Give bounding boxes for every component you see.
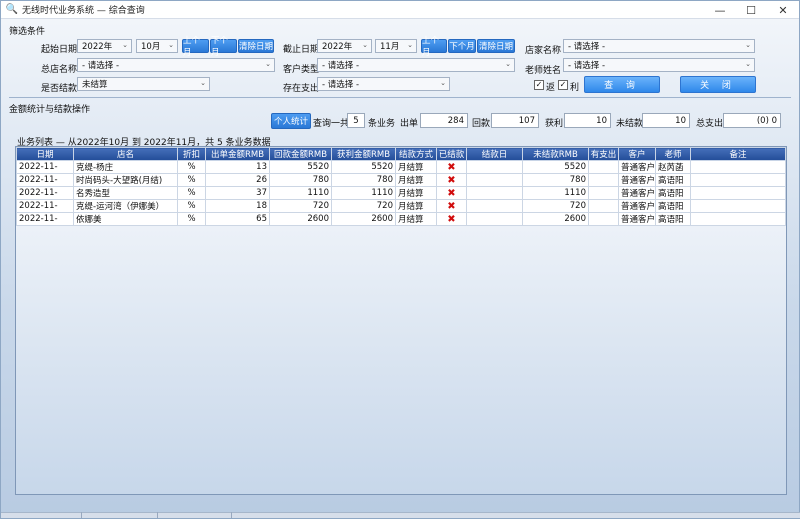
filters-section-title: 筛选条件 <box>9 27 46 37</box>
stats-section-title: 金额统计与结款操作 <box>9 105 91 115</box>
rebate-checkbox[interactable]: ✓ <box>534 80 544 90</box>
shop-name-label: 店家名称 <box>525 46 562 56</box>
settled-select[interactable]: 未结算 ⌄ <box>77 77 210 91</box>
start-date-label: 起始日期 <box>41 45 78 55</box>
shop-name-select[interactable]: - 请选择 - ⌄ <box>563 39 755 53</box>
end-prev-month-button[interactable]: 上个月 <box>421 36 447 58</box>
start-clear-date-button[interactable]: 清除日期 <box>238 39 274 53</box>
main-window: 🔍 无线时代业务系统 — 综合查询 — ☐ ✕ 筛选条件 起始日期 2022年 ⌄… <box>0 0 800 519</box>
end-clear-date-button[interactable]: 清除日期 <box>477 39 515 53</box>
expense-field[interactable]: (0) 0 <box>723 113 781 128</box>
header-shop[interactable]: 店名 <box>73 147 178 161</box>
personal-stats-button[interactable]: 个人统计 <box>271 113 311 129</box>
profit-stat-label: 获利 <box>545 119 564 129</box>
window-title: 无线时代业务系统 — 综合查询 <box>22 6 145 16</box>
unsettled-x-icon: ✖ <box>447 161 456 173</box>
deposit-select[interactable]: - 请选择 - ⌄ <box>317 77 450 91</box>
unsettled-label: 未结款 <box>616 119 644 129</box>
header-out-amount[interactable]: 出单金额RMB <box>205 147 270 161</box>
minimize-button[interactable]: — <box>705 1 735 19</box>
profit-label: 利 <box>570 83 580 93</box>
table-row[interactable]: 2022-11- 克缇-运河湾（伊娜美）% 18 720 720 月结算 ✖ 720 普通客户高… <box>16 199 786 213</box>
head-shop-label: 总店名称 <box>41 65 78 75</box>
deposit-label: 存在支出 <box>283 84 320 94</box>
start-prev-month-button[interactable]: 上个月 <box>182 36 209 58</box>
query-count-prefix: 查询一共 <box>313 119 350 129</box>
header-note[interactable]: 备注 <box>690 147 786 161</box>
header-return-amount[interactable]: 回款金额RMB <box>269 147 332 161</box>
filter-divider <box>9 97 791 98</box>
unsettled-field[interactable]: 10 <box>642 113 690 128</box>
close-window-button[interactable]: ✕ <box>768 1 798 19</box>
expense-label: 总支出 <box>696 119 724 129</box>
start-year-select[interactable]: 2022年 ⌄ <box>77 39 132 53</box>
header-settled[interactable]: 已结款 <box>436 147 467 161</box>
table-header-row: 日期 店名 折扣 出单金额RMB 回款金额RMB 获利金额RMB 结款方式 已结… <box>16 147 786 161</box>
unsettled-x-icon: ✖ <box>447 213 456 225</box>
header-date[interactable]: 日期 <box>16 147 74 161</box>
unsettled-x-icon: ✖ <box>447 174 456 186</box>
out-field[interactable]: 284 <box>420 113 468 128</box>
table-row[interactable]: 2022-11- 名秀造型% 37 1110 1110 月结算 ✖ 1110 普通客户 高语阳 <box>16 186 786 200</box>
customer-type-select[interactable]: - 请选择 - ⌄ <box>317 58 515 72</box>
rebate-label: 返 <box>546 83 556 93</box>
head-shop-select[interactable]: - 请选择 - ⌄ <box>77 58 275 72</box>
maximize-button[interactable]: ☐ <box>736 1 766 19</box>
end-next-month-button[interactable]: 下个月 <box>448 39 476 53</box>
table-row[interactable]: 2022-11- 依娜美% 65 2600 2600 月结算 ✖ 2600 普通客户 高语阳 <box>16 212 786 226</box>
table-row[interactable]: 2022-11- 克缇-杨庄% 13 5520 5520 月结算 ✖ 5520 普通客户 赵芮菡 <box>16 160 786 174</box>
start-month-select[interactable]: 10月 ⌄ <box>136 39 178 53</box>
teacher-name-select[interactable]: - 请选择 - ⌄ <box>563 58 755 72</box>
end-year-select[interactable]: 2022年 ⌄ <box>317 39 372 53</box>
unsettled-x-icon: ✖ <box>447 187 456 199</box>
header-expense[interactable]: 有支出 <box>588 147 619 161</box>
table-row[interactable]: 2022-11- 时尚码头-大望路(月结)% 26 780 780 月结算 ✖ 780 普通客户… <box>16 173 786 187</box>
teacher-name-label: 老师姓名 <box>525 66 562 76</box>
search-icon: 🔍 <box>5 4 19 15</box>
header-settlement[interactable]: 结款方式 <box>395 147 437 161</box>
header-discount[interactable]: 折扣 <box>177 147 206 161</box>
status-bar <box>1 512 800 518</box>
customer-type-label: 客户类型 <box>283 65 320 75</box>
header-profit-amount[interactable]: 获利金额RMB <box>331 147 396 161</box>
return-label: 回款 <box>472 119 491 129</box>
profit-checkbox[interactable]: ✓ <box>558 80 568 90</box>
settled-label: 是否结款 <box>41 84 78 94</box>
end-date-label: 截止日期 <box>283 45 320 55</box>
return-field[interactable]: 107 <box>491 113 539 128</box>
out-label: 出单 <box>400 119 419 129</box>
header-customer[interactable]: 客户 <box>618 147 656 161</box>
business-table: 日期 店名 折扣 出单金额RMB 回款金额RMB 获利金额RMB 结款方式 已结… <box>15 146 787 495</box>
header-teacher[interactable]: 老师 <box>655 147 691 161</box>
profit-field[interactable]: 10 <box>564 113 611 128</box>
header-unsettled[interactable]: 未结款RMB <box>522 147 589 161</box>
close-button[interactable]: 关 闭 <box>680 76 756 93</box>
title-bar: 🔍 无线时代业务系统 — 综合查询 — ☐ ✕ <box>1 1 799 19</box>
unsettled-x-icon: ✖ <box>447 200 456 212</box>
query-count-field[interactable]: 5 <box>347 113 365 128</box>
start-next-month-button[interactable]: 下个月 <box>210 36 237 58</box>
query-count-suffix: 条业务 <box>368 119 396 129</box>
header-settle-date[interactable]: 结款日 <box>466 147 523 161</box>
end-month-select[interactable]: 11月 ⌄ <box>375 39 417 53</box>
query-button[interactable]: 查 询 <box>584 76 660 93</box>
